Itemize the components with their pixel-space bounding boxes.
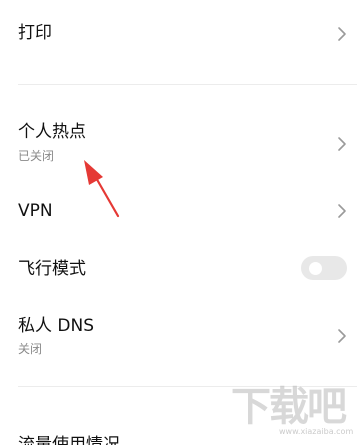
setting-label: VPN xyxy=(18,201,53,221)
setting-label: 个人热点 xyxy=(18,122,86,142)
setting-label: 私人 DNS xyxy=(18,316,95,336)
setting-item-private-dns[interactable]: 私人 DNS 关闭 xyxy=(0,306,357,366)
setting-label: 打印 xyxy=(18,23,52,43)
watermark-url: www.xiazaiba.com xyxy=(279,427,354,436)
setting-item-vpn[interactable]: VPN xyxy=(0,186,357,236)
setting-label: 飞行模式 xyxy=(18,259,86,279)
setting-item-hotspot[interactable]: 个人热点 已关闭 xyxy=(0,110,357,174)
setting-status: 关闭 xyxy=(18,342,43,356)
chevron-right-icon xyxy=(338,204,346,218)
chevron-right-icon xyxy=(338,27,346,41)
chevron-right-icon xyxy=(338,137,346,151)
settings-screen: 打印 个人热点 已关闭 VPN 飞行模式 私人 DNS 关闭 流量使用情况 下载… xyxy=(0,0,357,445)
setting-item-print[interactable]: 打印 xyxy=(0,0,357,84)
airplane-mode-toggle[interactable] xyxy=(301,256,347,280)
setting-label: 流量使用情况 xyxy=(18,435,120,445)
chevron-right-icon xyxy=(338,329,346,343)
setting-status: 已关闭 xyxy=(18,149,55,163)
watermark-logo: 下载吧 xyxy=(231,383,347,430)
setting-item-airplane-mode: 飞行模式 xyxy=(0,244,357,294)
toggle-knob xyxy=(309,262,322,275)
watermark: 下载吧 www.xiazaiba.com xyxy=(231,383,354,443)
section-divider xyxy=(18,84,357,85)
